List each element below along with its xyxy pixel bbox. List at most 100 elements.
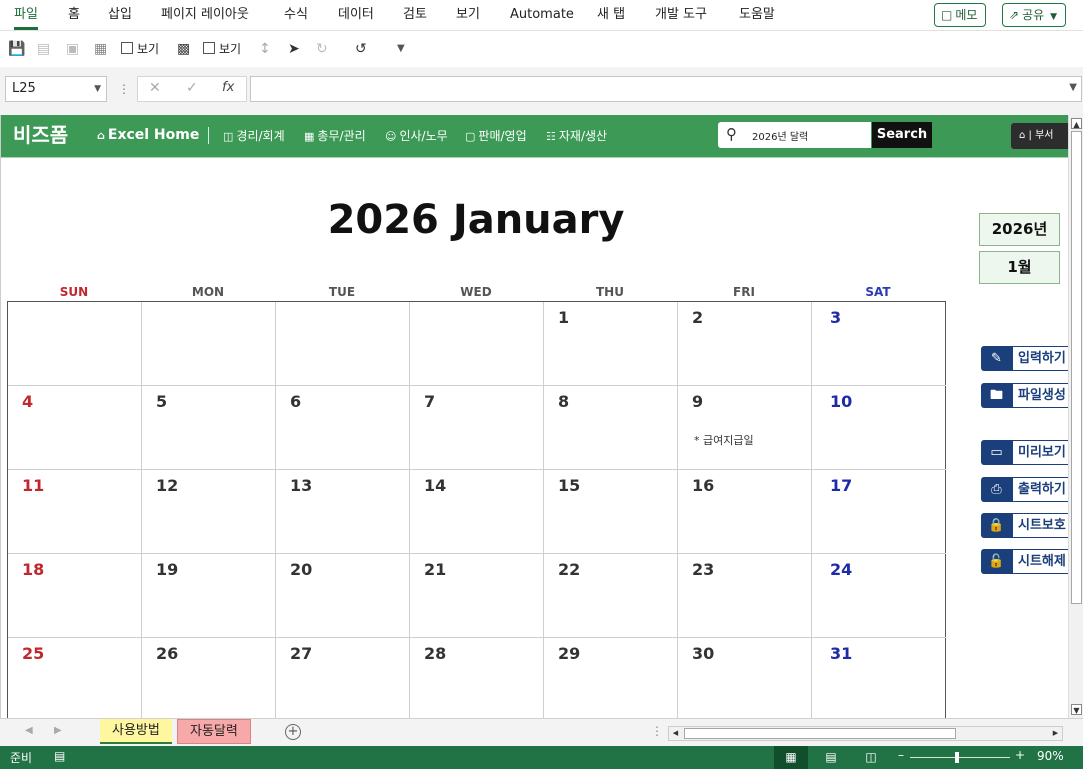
scroll-left-icon[interactable]: ◀ <box>670 728 681 739</box>
unprotect-sheet-button[interactable]: 🔓 시트해제 <box>981 549 1068 574</box>
input-button[interactable]: ✎ 입력하기 <box>981 346 1068 371</box>
share-button[interactable]: ⇗ 공유 ▼ <box>1002 3 1067 27</box>
accessibility-icon[interactable]: ▤ <box>54 749 65 763</box>
day-cell[interactable]: 21 <box>410 554 544 638</box>
scroll-thumb[interactable] <box>1071 131 1082 604</box>
day-cell[interactable]: 25 <box>8 638 142 718</box>
tab-insert[interactable]: 삽입 <box>108 0 132 30</box>
prev-sheet-icon[interactable]: ◀ <box>25 725 33 736</box>
tab-page-layout[interactable]: 페이지 레이아웃 <box>161 0 249 30</box>
day-cell[interactable]: 18 <box>8 554 142 638</box>
day-cell[interactable]: 30 <box>678 638 812 718</box>
day-cell[interactable]: 13 <box>276 470 410 554</box>
scroll-down-icon[interactable]: ▼ <box>1071 704 1082 715</box>
next-sheet-icon[interactable]: ▶ <box>54 725 62 736</box>
normal-view-icon[interactable]: ▦ <box>774 746 808 769</box>
tab-file[interactable]: 파일 <box>14 0 38 30</box>
zoom-slider-thumb[interactable] <box>955 752 959 763</box>
day-cell[interactable]: 23 <box>678 554 812 638</box>
formula-input[interactable]: ▼ <box>250 76 1082 102</box>
day-cell[interactable]: 20 <box>276 554 410 638</box>
nav-sales[interactable]: ▢ 판매/영업 <box>465 127 527 146</box>
day-cell[interactable]: 26 <box>142 638 276 718</box>
vertical-scrollbar[interactable]: ▲ ▼ <box>1068 115 1083 718</box>
nav-hr[interactable]: ☺ 인사/노무 <box>385 127 448 146</box>
day-cell[interactable]: 5 <box>142 386 276 470</box>
nav-accounting[interactable]: ◫ 경리/회계 <box>223 127 285 146</box>
day-cell[interactable]: 4 <box>8 386 142 470</box>
day-cell[interactable] <box>410 302 544 386</box>
brand-logo[interactable]: 비즈폼 <box>13 121 68 149</box>
year-selector[interactable]: 2026년 <box>979 213 1060 246</box>
nav-excel-home[interactable]: ⌂ Excel Home <box>97 126 199 145</box>
customize-toolbar-icon[interactable]: ▼ <box>397 40 405 58</box>
day-cell[interactable]: 22 <box>544 554 678 638</box>
day-cell[interactable]: 3 <box>812 302 946 386</box>
insert-function-icon[interactable]: fx <box>222 80 234 95</box>
add-sheet-icon[interactable]: + <box>285 724 301 740</box>
day-cell[interactable]: 7 <box>410 386 544 470</box>
save-icon[interactable]: 💾 <box>8 40 25 58</box>
day-cell[interactable]: 11 <box>8 470 142 554</box>
enter-icon[interactable]: ✓ <box>186 80 198 96</box>
tab-help[interactable]: 도움말 <box>739 0 775 30</box>
day-cell[interactable]: 27 <box>276 638 410 718</box>
day-cell[interactable]: 9 * 급여지급일 <box>678 386 812 470</box>
tab-home[interactable]: 홈 <box>68 0 80 30</box>
worksheet[interactable]: 비즈폼 ⌂ Excel Home ◫ 경리/회계 ▦ 총무/관리 ☺ 인사/노무 ▢ 판매… <box>0 115 1068 718</box>
sheet-tab-usage[interactable]: 사용방법 <box>100 719 172 744</box>
day-cell[interactable]: 17 <box>812 470 946 554</box>
layout-icon[interactable]: ▦ <box>94 40 107 58</box>
day-cell[interactable]: 12 <box>142 470 276 554</box>
paste-icon[interactable]: ▣ <box>66 40 79 58</box>
scroll-up-icon[interactable]: ▲ <box>1071 118 1082 129</box>
page-break-view-icon[interactable]: ◫ <box>854 746 888 769</box>
day-cell[interactable] <box>8 302 142 386</box>
tab-view[interactable]: 보기 <box>456 0 480 30</box>
day-cell[interactable] <box>142 302 276 386</box>
day-cell[interactable]: 15 <box>544 470 678 554</box>
resize-icon[interactable]: ↕ <box>259 40 271 58</box>
preview-button[interactable]: ▭ 미리보기 <box>981 440 1068 465</box>
zoom-slider[interactable] <box>910 757 1010 758</box>
scroll-right-icon[interactable]: ▶ <box>1050 728 1061 739</box>
cursor-icon[interactable]: ➤ <box>288 40 300 58</box>
protect-sheet-button[interactable]: 🔒 시트보호 <box>981 513 1068 538</box>
tab-new-tab[interactable]: 새 탭 <box>597 0 625 30</box>
day-cell[interactable]: 2 <box>678 302 812 386</box>
print-button[interactable]: ⎙ 출력하기 <box>981 477 1068 502</box>
create-file-button[interactable]: 🖿 파일생성 <box>981 383 1068 408</box>
name-box[interactable]: L25 ▼ <box>5 76 107 102</box>
nav-general-affairs[interactable]: ▦ 총무/관리 <box>304 127 366 146</box>
tab-developer[interactable]: 개발 도구 <box>655 0 707 30</box>
more-icon[interactable]: ⋮ <box>651 724 663 738</box>
tab-data[interactable]: 데이터 <box>338 0 374 30</box>
horizontal-scrollbar[interactable]: ◀ ▶ <box>668 726 1063 741</box>
sheet-tab-calendar[interactable]: 자동달력 <box>177 719 251 744</box>
redo-icon[interactable]: ↻ <box>316 40 328 58</box>
month-selector[interactable]: 1월 <box>979 251 1060 284</box>
day-cell[interactable]: 1 <box>544 302 678 386</box>
view-checkbox-1[interactable]: 보기 <box>121 40 159 58</box>
tab-review[interactable]: 검토 <box>403 0 427 30</box>
day-cell[interactable]: 10 <box>812 386 946 470</box>
nav-materials[interactable]: ☷ 자재/생산 <box>546 127 607 146</box>
zoom-out-icon[interactable]: – <box>898 748 904 762</box>
page-layout-view-icon[interactable]: ▤ <box>814 746 848 769</box>
tab-formulas[interactable]: 수식 <box>284 0 308 30</box>
search-input[interactable]: ⚲ 2026년 달력 <box>718 122 871 148</box>
chevron-down-icon[interactable]: ▼ <box>1069 82 1077 93</box>
home-button[interactable]: ⌂ | 부서 <box>1011 123 1068 149</box>
tab-automate[interactable]: Automate <box>510 0 574 30</box>
memo-button[interactable]: □ 메모 <box>934 3 987 27</box>
chevron-down-icon[interactable]: ▼ <box>94 77 101 101</box>
day-cell[interactable]: 28 <box>410 638 544 718</box>
day-cell[interactable]: 29 <box>544 638 678 718</box>
zoom-level[interactable]: 90% <box>1037 749 1064 763</box>
day-cell[interactable]: 6 <box>276 386 410 470</box>
table-icon[interactable]: ▩ <box>177 40 190 58</box>
view-checkbox-2[interactable]: 보기 <box>203 40 241 58</box>
day-cell[interactable]: 19 <box>142 554 276 638</box>
number-format-icon[interactable]: ▤ <box>37 40 50 58</box>
day-cell[interactable]: 8 <box>544 386 678 470</box>
